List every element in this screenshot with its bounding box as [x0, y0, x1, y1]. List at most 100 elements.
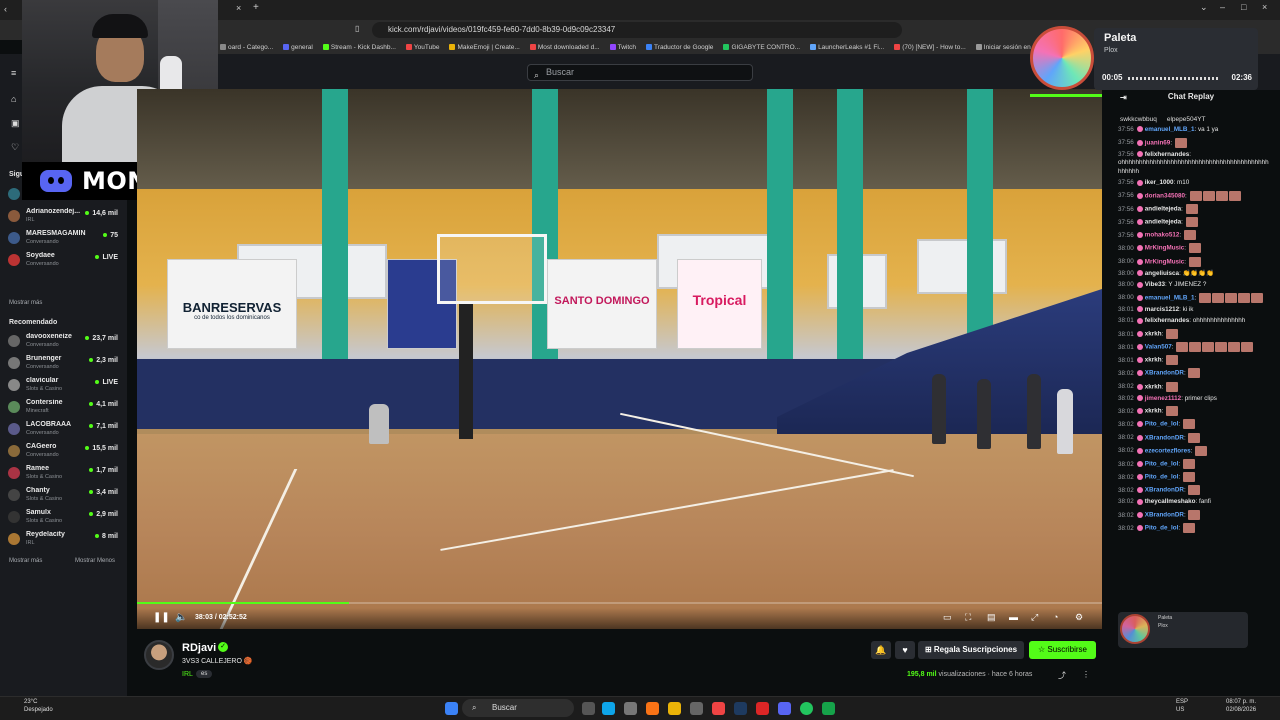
edge-icon[interactable]	[602, 702, 615, 715]
bookmark-item[interactable]: Stream - Kick Dashb...	[322, 44, 396, 51]
channel-name[interactable]: RDjavi	[182, 642, 216, 654]
chat-username[interactable]: XBrandonDR	[1145, 370, 1184, 377]
chat-username[interactable]: angeliuisca	[1145, 270, 1179, 277]
video-player[interactable]: BANRESERVAS co de todos los dominicanos S…	[137, 89, 1102, 629]
sidebar-channel[interactable]: Contersine Minecraft 4,1 mil	[8, 399, 122, 417]
obs-icon[interactable]	[690, 702, 703, 715]
chat-username[interactable]: felixhernandes	[1145, 317, 1189, 324]
chat-username[interactable]: XBrandonDR	[1145, 434, 1184, 441]
minimize-icon[interactable]: –	[1220, 2, 1225, 12]
chat-username[interactable]: emanuel_MLB_1	[1145, 126, 1195, 133]
speed-icon[interactable]: ◔	[1053, 612, 1058, 622]
channel-avatar[interactable]	[144, 640, 174, 670]
fullscreen-icon[interactable]: ⤢	[1031, 612, 1038, 623]
chat-username[interactable]: mohako512	[1145, 232, 1180, 239]
chat-username[interactable]: xkrkh	[1145, 357, 1162, 364]
task-view-icon[interactable]	[582, 702, 595, 715]
chat-username[interactable]: marcis1212	[1145, 306, 1179, 313]
chat-username[interactable]: Pito_de_lol	[1145, 525, 1179, 532]
sidebar-channel[interactable]: Brunenger Conversando 2,3 mil	[8, 355, 122, 373]
weather-widget[interactable]: 23°C Despejado	[24, 699, 53, 715]
top-user-1[interactable]: swkkcwbbuq	[1120, 116, 1157, 123]
chat-username[interactable]: andieltejeda	[1145, 206, 1181, 213]
pause-icon[interactable]: ❚❚	[153, 612, 170, 623]
chat-username[interactable]: ezecortezflores	[1145, 447, 1191, 454]
gift-subs-button[interactable]: ⊞ Regala Suscripciones	[918, 641, 1024, 659]
kick-icon[interactable]	[822, 702, 835, 715]
bookmark-item[interactable]: GIGABYTE CONTRO...	[723, 44, 800, 51]
search-input[interactable]: ⌕ Buscar	[527, 64, 753, 81]
captions-icon[interactable]: ▤	[987, 612, 996, 623]
sidebar-channel[interactable]: Chanty Slots & Casino 3,4 mil	[8, 487, 122, 505]
back-icon[interactable]: ‹	[4, 4, 7, 14]
chat-username[interactable]: Valan507	[1145, 344, 1172, 351]
chat-username[interactable]: xkrkh	[1145, 408, 1162, 415]
chat-username[interactable]: iker_1000	[1145, 179, 1174, 186]
sidebar-channel[interactable]: clavicular Slots & Casino LIVE	[8, 377, 122, 395]
chat-username[interactable]: felixhernandes	[1145, 151, 1189, 158]
chat-username[interactable]: Vibe33	[1145, 281, 1165, 288]
chat-username[interactable]: emanuel_MLB_1	[1145, 294, 1195, 301]
bookmark-item[interactable]: Twitch	[609, 44, 636, 51]
top-user-2[interactable]: elpepe504YT	[1167, 116, 1206, 123]
sidebar-channel[interactable]: Reydelacity IRL 8 mil	[8, 531, 122, 549]
sidebar-channel[interactable]: davooxeneize Conversando 23,7 mil	[8, 333, 122, 351]
volume-icon[interactable]: 🔈	[175, 612, 187, 623]
home-icon[interactable]: ⌂	[11, 94, 16, 104]
chat-username[interactable]: dorian345080	[1145, 192, 1185, 199]
chat-username[interactable]: Pito_de_lol	[1145, 474, 1179, 481]
steam-icon[interactable]	[734, 702, 747, 715]
folder-icon[interactable]	[668, 702, 681, 715]
settings-gear-icon[interactable]: ⚙	[1075, 612, 1083, 623]
show-more-recommended[interactable]: Mostrar más	[9, 558, 42, 564]
bookmark-item[interactable]: YouTube	[405, 44, 439, 51]
input-language[interactable]: ESP US	[1176, 699, 1188, 715]
bookmark-item[interactable]: general	[283, 44, 313, 51]
browse-icon[interactable]: ▣	[11, 118, 20, 129]
menu-icon[interactable]: ≡	[11, 68, 16, 78]
bookmark-item[interactable]: Traductor de Google	[646, 44, 713, 51]
new-tab-icon[interactable]: +	[253, 2, 259, 13]
more-options-icon[interactable]: ⋮	[1082, 670, 1090, 679]
chat-username[interactable]: theycallmeshako	[1145, 498, 1196, 505]
sidebar-channel[interactable]: Soydaee Conversando LIVE	[8, 252, 122, 270]
chat-username[interactable]: xkrkh	[1145, 331, 1162, 338]
bookmark-item[interactable]: Most downloaded d...	[529, 44, 600, 51]
discord-taskbar-icon[interactable]	[778, 702, 791, 715]
chrome-icon[interactable]	[712, 702, 725, 715]
chat-username[interactable]: juanin69	[1145, 139, 1171, 146]
clip-icon[interactable]: ⛶	[965, 612, 971, 623]
notification-bell-button[interactable]: 🔔	[871, 641, 891, 659]
chat-username[interactable]: MrKingMusic	[1145, 245, 1185, 252]
close-window-icon[interactable]: ×	[1262, 2, 1267, 12]
sidebar-channel[interactable]: LACOBRAAA Conversando 7,1 mil	[8, 421, 122, 439]
sidebar-channel[interactable]: Ramee Slots & Casino 1,7 mil	[8, 465, 122, 483]
bookmark-item[interactable]: MakeEmoji | Create...	[449, 44, 520, 51]
maximize-icon[interactable]: □	[1241, 2, 1246, 12]
sidebar-channel[interactable]: Samulx Slots & Casino 2,9 mil	[8, 509, 122, 527]
system-clock[interactable]: 08:07 p. m. 02/08/2026	[1226, 699, 1256, 715]
tab-list-icon[interactable]: ⌄	[1200, 2, 1208, 13]
show-less-recommended[interactable]: Mostrar Menos	[75, 558, 115, 564]
bookmark-icon[interactable]: ▯	[355, 24, 359, 33]
bookmark-item[interactable]: LauncherLeaks #1 Fi...	[810, 44, 884, 51]
chat-username[interactable]: andieltejeda	[1145, 219, 1181, 226]
show-more-following[interactable]: Mostrar más	[9, 300, 42, 306]
follow-heart-button[interactable]: ♥	[895, 641, 915, 659]
sidebar-channel[interactable]: MARESMAGAMIN Conversando 75	[8, 230, 122, 248]
theater-icon[interactable]: ▬	[1009, 612, 1018, 622]
bookmark-item[interactable]: oard - Catego...	[220, 44, 273, 51]
tab-close-icon[interactable]: ×	[236, 3, 241, 13]
chat-username[interactable]: MrKingMusic	[1145, 258, 1185, 265]
sidebar-channel[interactable]: CAGeero Conversando 15,5 mil	[8, 443, 122, 461]
miniplayer-icon[interactable]: ▭	[943, 612, 952, 623]
category-link[interactable]: IRL	[182, 671, 193, 678]
settings-icon[interactable]	[624, 702, 637, 715]
chat-username[interactable]: XBrandonDR	[1145, 487, 1184, 494]
share-icon[interactable]: ⤴	[1058, 670, 1066, 681]
sidebar-channel[interactable]: Adrianozendej... IRL 14,6 mil	[8, 208, 122, 226]
bookmark-item[interactable]: (70) [NEW] - How to...	[894, 44, 966, 51]
start-icon[interactable]	[445, 702, 458, 715]
subscribe-button[interactable]: ☆ Suscribirse	[1029, 641, 1096, 659]
video-progress-bar[interactable]	[137, 602, 1102, 604]
